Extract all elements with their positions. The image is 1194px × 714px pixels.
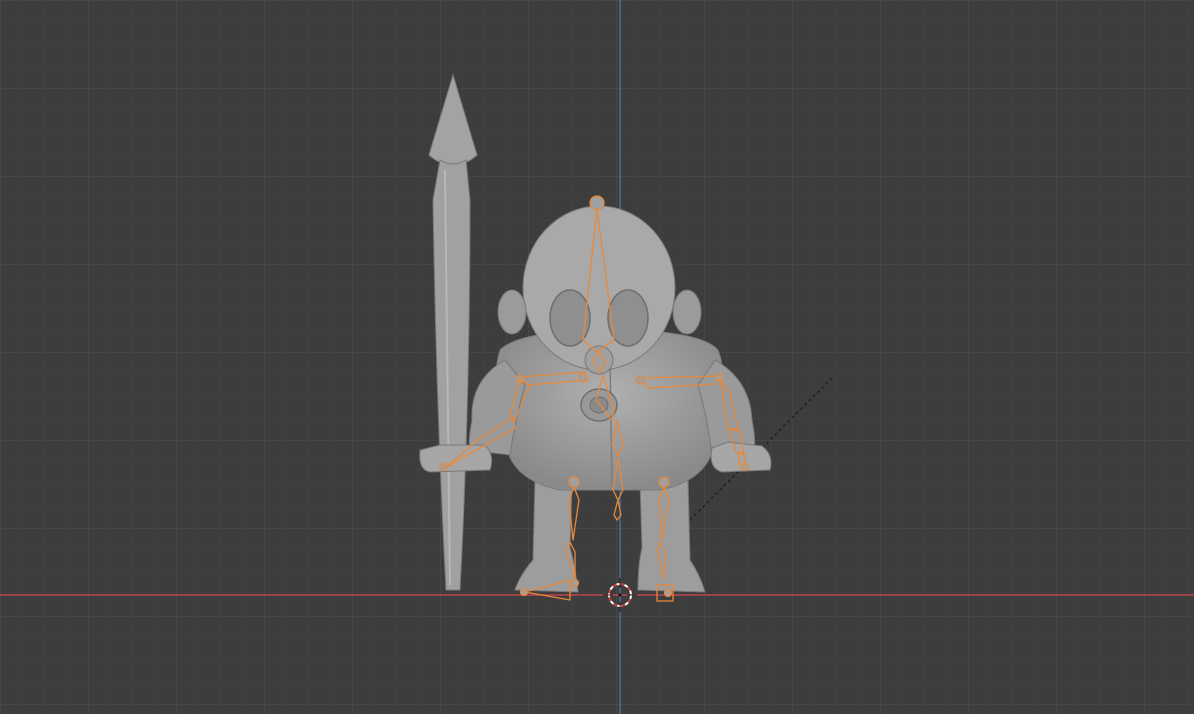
viewport-canvas[interactable] [0, 0, 1194, 714]
3d-viewport[interactable] [0, 0, 1194, 714]
bone-joint-head-tip [589, 195, 605, 211]
